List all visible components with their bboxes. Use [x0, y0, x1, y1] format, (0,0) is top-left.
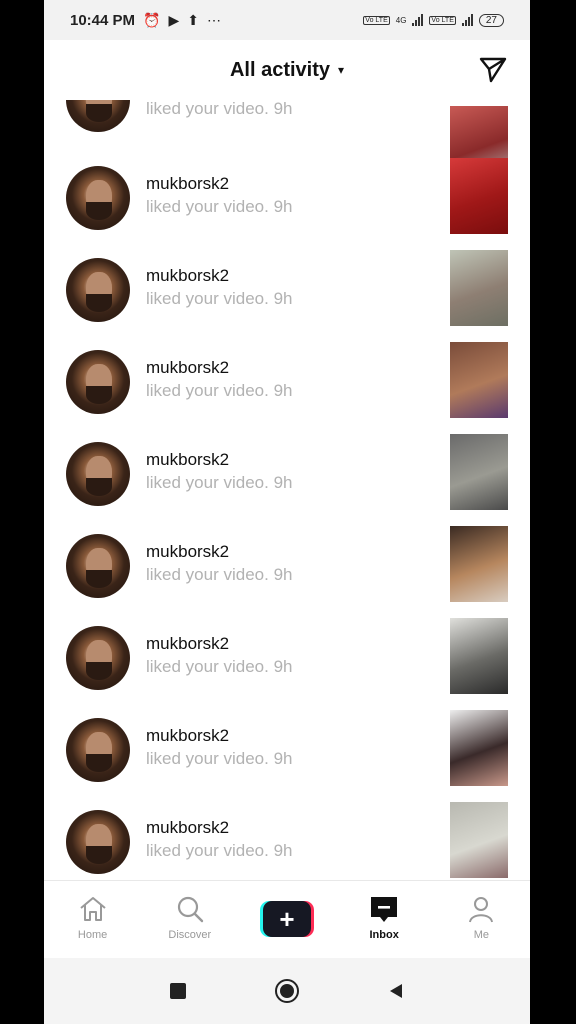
system-nav-bar — [44, 958, 530, 1024]
status-time: 10:44 PM — [70, 11, 136, 29]
activity-list[interactable]: liked your video. 9h mukborsk2 liked your … — [44, 100, 530, 880]
avatar[interactable] — [66, 100, 130, 132]
avatar[interactable] — [66, 626, 130, 690]
nav-me-label: Me — [473, 929, 489, 941]
activity-row[interactable]: mukborsk2 liked your video. 9h — [44, 802, 530, 880]
nav-discover[interactable]: Discover — [150, 893, 230, 941]
username[interactable]: mukborsk2 — [146, 818, 229, 838]
upload-icon: ⬆ — [187, 11, 199, 28]
search-icon — [177, 896, 203, 923]
inbox-icon — [371, 897, 398, 922]
paper-plane-icon[interactable] — [478, 54, 508, 84]
play-icon: ▶ — [168, 11, 180, 28]
phone-screen: 10:44 PM ⏰ ▶ ⬆ ⋯ Vo LTE 4G Vo LTE 27 All… — [44, 0, 530, 1024]
avatar[interactable] — [66, 810, 130, 874]
avatar[interactable] — [66, 350, 130, 414]
activity-text: liked your video. 9h — [146, 657, 293, 676]
video-thumbnail[interactable] — [450, 342, 508, 418]
username[interactable]: mukborsk2 — [146, 266, 229, 286]
nav-home-label: Home — [77, 929, 108, 941]
nav-create[interactable]: + — [247, 893, 327, 937]
activity-row[interactable]: mukborsk2 liked your video. 9h — [44, 618, 530, 710]
back-triangle-icon[interactable] — [384, 979, 408, 1003]
signal-icon — [412, 14, 424, 26]
nav-discover-label: Discover — [168, 929, 212, 941]
video-thumbnail[interactable] — [450, 158, 508, 234]
username[interactable]: mukborsk2 — [146, 726, 229, 746]
alarm-icon: ⏰ — [143, 11, 161, 28]
network-type: 4G — [395, 15, 407, 25]
activity-text: liked your video. 9h — [146, 749, 293, 768]
status-bar: 10:44 PM ⏰ ▶ ⬆ ⋯ Vo LTE 4G Vo LTE 27 — [44, 0, 530, 40]
activity-text: liked your video. 9h — [146, 473, 293, 492]
caret-down-icon: ▾ — [338, 63, 345, 77]
activity-text: liked your video. 9h — [146, 565, 293, 584]
battery-icon: 27 — [478, 13, 504, 27]
activity-row[interactable]: mukborsk2 liked your video. 9h — [44, 250, 530, 342]
activity-row[interactable]: mukborsk2 liked your video. 9h — [44, 710, 530, 802]
activity-row[interactable]: mukborsk2 liked your video. 9h — [44, 526, 530, 618]
activity-row[interactable]: mukborsk2 liked your video. 9h — [44, 158, 530, 250]
home-circle-icon[interactable] — [274, 979, 299, 1003]
video-thumbnail[interactable] — [450, 710, 508, 786]
activity-text: liked your video. 9h — [146, 197, 293, 216]
signal-icon-2 — [461, 14, 473, 26]
activity-row[interactable]: liked your video. 9h — [44, 100, 530, 182]
video-thumbnail[interactable] — [450, 250, 508, 326]
volte-badge-1: Vo LTE — [363, 15, 390, 25]
username[interactable]: mukborsk2 — [146, 542, 229, 562]
activity-row[interactable]: mukborsk2 liked your video. 9h — [44, 342, 530, 434]
avatar[interactable] — [66, 258, 130, 322]
recents-square-icon[interactable] — [166, 979, 190, 1003]
username[interactable]: mukborsk2 — [146, 174, 229, 194]
avatar[interactable] — [66, 534, 130, 598]
nav-inbox-label: Inbox — [369, 929, 399, 941]
activity-row[interactable]: mukborsk2 liked your video. 9h — [44, 434, 530, 526]
bottom-nav: Home Discover + Inbox Me — [44, 880, 530, 958]
video-thumbnail[interactable] — [450, 802, 508, 878]
video-thumbnail[interactable] — [450, 526, 508, 602]
nav-home[interactable]: Home — [53, 893, 133, 941]
volte-badge-2: Vo LTE — [429, 15, 456, 25]
video-thumbnail[interactable] — [450, 618, 508, 694]
plus-icon: + — [262, 901, 311, 937]
avatar[interactable] — [66, 442, 130, 506]
avatar[interactable] — [66, 718, 130, 782]
avatar[interactable] — [66, 166, 130, 230]
username[interactable]: mukborsk2 — [146, 450, 229, 470]
username[interactable]: mukborsk2 — [146, 358, 229, 378]
profile-icon — [469, 897, 494, 923]
home-icon — [79, 897, 106, 921]
nav-me[interactable]: Me — [441, 893, 521, 941]
username[interactable]: mukborsk2 — [146, 634, 229, 654]
nav-inbox[interactable]: Inbox — [344, 893, 424, 941]
activity-text: liked your video. 9h — [146, 100, 293, 118]
video-thumbnail[interactable] — [450, 434, 508, 510]
more-icon: ⋯ — [207, 11, 221, 28]
activity-text: liked your video. 9h — [146, 289, 293, 308]
inbox-header: All activity ▾ — [44, 40, 530, 100]
activity-text: liked your video. 9h — [146, 841, 293, 860]
activity-filter-dropdown[interactable]: All activity ▾ — [230, 59, 344, 82]
create-button[interactable]: + — [259, 901, 314, 937]
page-title: All activity — [229, 58, 330, 81]
status-indicators: Vo LTE 4G Vo LTE 27 — [363, 13, 504, 27]
activity-text: liked your video. 9h — [146, 381, 293, 400]
